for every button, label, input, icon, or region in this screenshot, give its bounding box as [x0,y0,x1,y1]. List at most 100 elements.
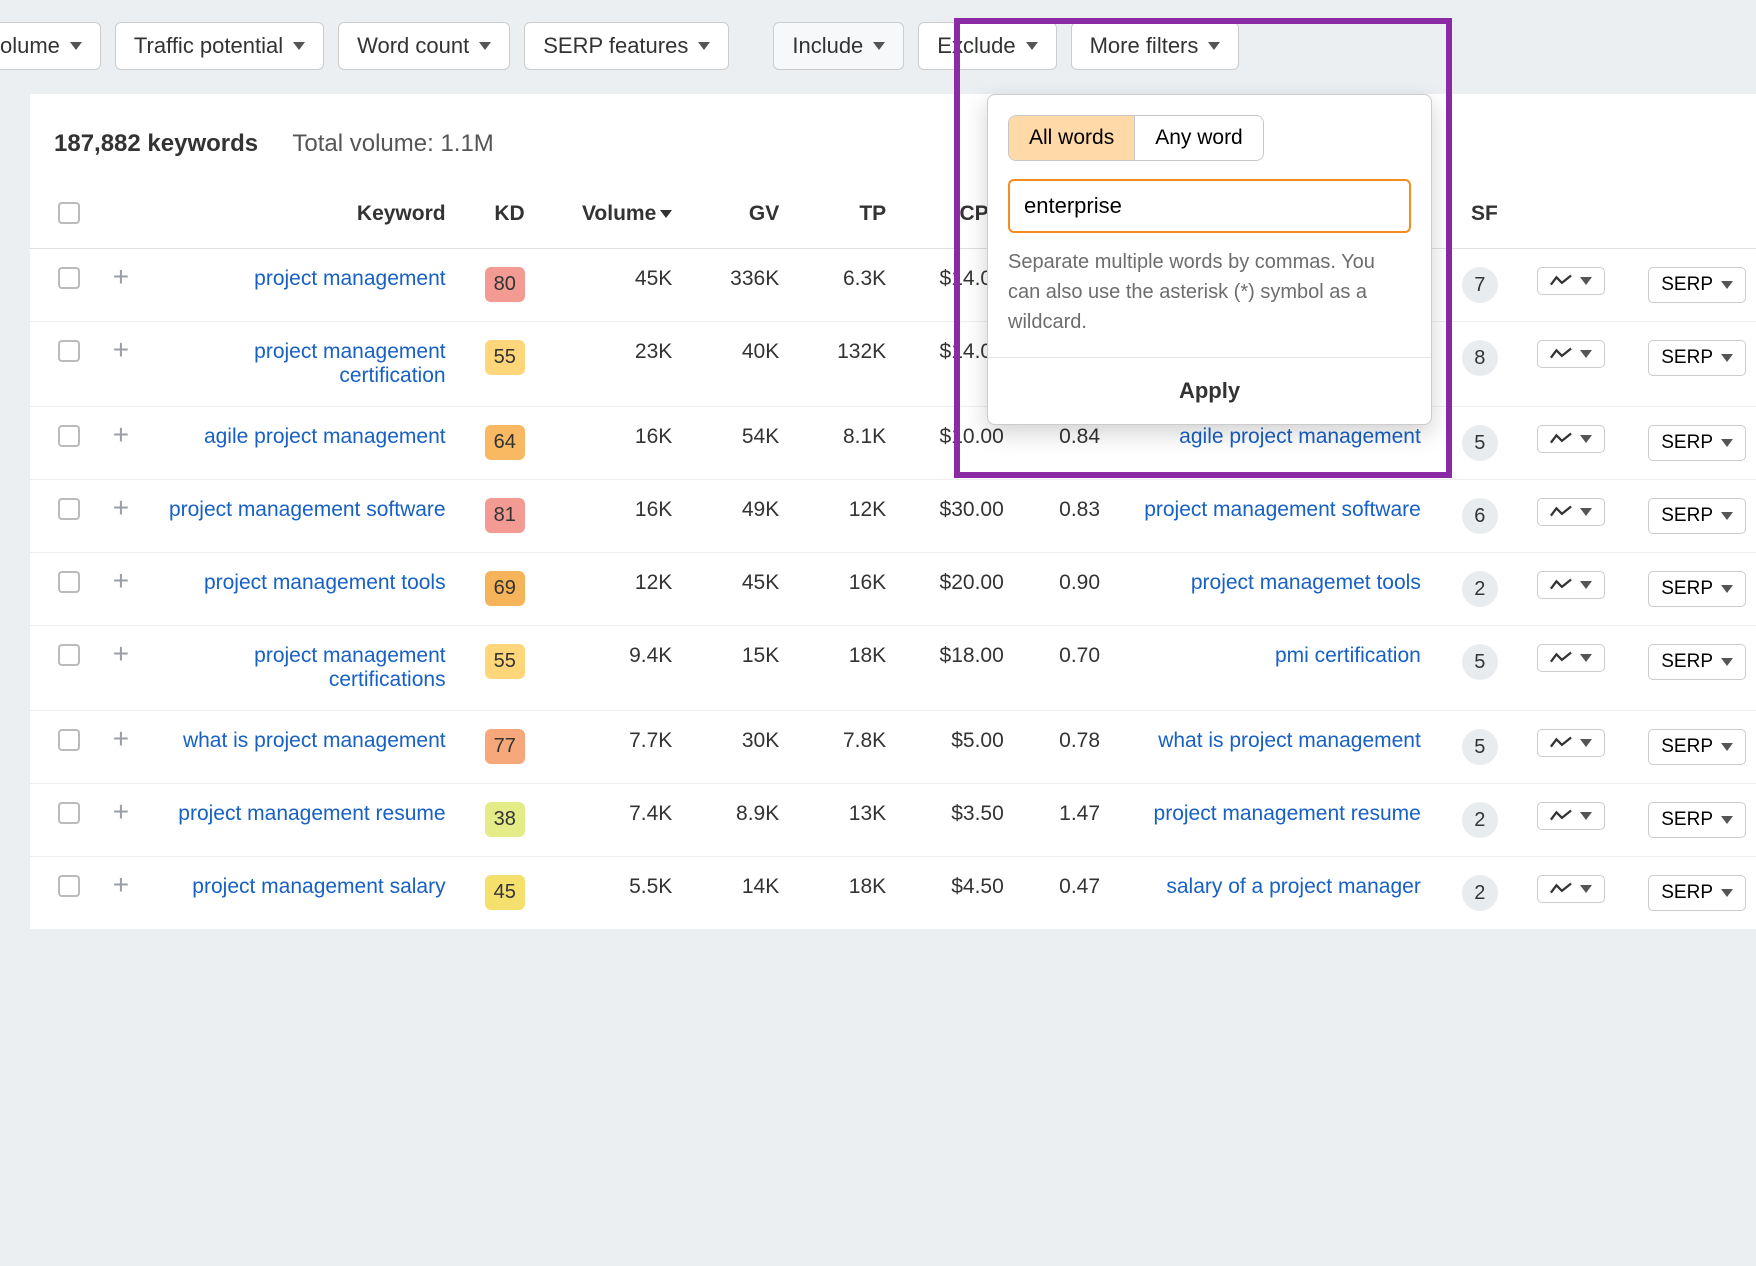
serp-button[interactable]: SERP [1648,340,1746,376]
sf-badge[interactable]: 6 [1462,498,1498,534]
col-volume[interactable]: Volume [535,184,683,249]
filter-word-count[interactable]: Word count [338,22,510,70]
row-checkbox[interactable] [58,729,80,751]
include-words-input[interactable] [1008,179,1411,233]
col-select-all[interactable] [30,184,90,249]
row-checkbox[interactable] [58,340,80,362]
filter-volume[interactable]: olume [0,22,101,70]
trend-button[interactable] [1537,571,1605,599]
keyword-link[interactable]: project management resume [178,802,445,826]
cell-volume: 5.5K [535,857,683,930]
row-checkbox[interactable] [58,267,80,289]
cell-cps: 0.90 [1014,553,1110,626]
serp-button[interactable]: SERP [1648,267,1746,303]
sf-badge[interactable]: 5 [1462,644,1498,680]
parent-topic-link[interactable]: project management resume [1154,802,1421,826]
include-mode-all-words[interactable]: All words [1009,116,1134,160]
col-kd[interactable]: KD [456,184,535,249]
include-apply-button[interactable]: Apply [988,357,1431,424]
caret-down-icon [1721,354,1733,362]
trend-button[interactable] [1537,340,1605,368]
row-checkbox[interactable] [58,498,80,520]
keyword-link[interactable]: project management [254,267,445,291]
col-gv[interactable]: GV [682,184,789,249]
serp-button[interactable]: SERP [1648,571,1746,607]
keyword-link[interactable]: agile project management [204,425,446,449]
sf-badge[interactable]: 8 [1462,340,1498,376]
include-mode-segment: All words Any word [1008,115,1264,161]
serp-button[interactable]: SERP [1648,875,1746,911]
row-checkbox[interactable] [58,425,80,447]
row-checkbox[interactable] [58,802,80,824]
expand-row-icon[interactable]: + [113,869,129,900]
cell-gv: 40K [682,322,789,407]
expand-row-icon[interactable]: + [113,565,129,596]
trend-button[interactable] [1537,875,1605,903]
caret-down-icon [1721,439,1733,447]
sf-badge[interactable]: 2 [1462,571,1498,607]
include-mode-any-word[interactable]: Any word [1134,116,1263,160]
serp-button[interactable]: SERP [1648,425,1746,461]
trend-icon [1550,651,1572,665]
caret-down-icon [70,42,82,50]
col-keyword[interactable]: Keyword [90,184,456,249]
table-row: +project management salary455.5K14K18K$4… [30,857,1756,930]
parent-topic-link[interactable]: project management software [1144,498,1421,522]
serp-button-label: SERP [1661,432,1713,454]
expand-row-icon[interactable]: + [113,638,129,669]
keyword-link[interactable]: project management software [169,498,446,522]
col-tp[interactable]: TP [789,184,896,249]
serp-button[interactable]: SERP [1648,644,1746,680]
caret-down-icon [1580,508,1592,516]
row-checkbox[interactable] [58,571,80,593]
keyword-link[interactable]: project management certification [166,340,446,388]
trend-button[interactable] [1537,498,1605,526]
parent-topic-link[interactable]: what is project management [1158,729,1421,753]
row-checkbox[interactable] [58,644,80,666]
expand-row-icon[interactable]: + [113,261,129,292]
parent-topic-link[interactable]: agile project management [1179,425,1421,449]
expand-row-icon[interactable]: + [113,796,129,827]
filter-traffic-potential[interactable]: Traffic potential [115,22,324,70]
serp-button[interactable]: SERP [1648,802,1746,838]
expand-row-icon[interactable]: + [113,419,129,450]
col-trend [1508,184,1615,249]
sf-badge[interactable]: 5 [1462,425,1498,461]
filter-more-filters[interactable]: More filters [1071,22,1240,70]
filter-serp-features-label: SERP features [543,33,688,59]
keyword-link[interactable]: project management salary [192,875,445,899]
serp-button[interactable]: SERP [1648,498,1746,534]
keyword-link[interactable]: project management certifications [166,644,446,692]
filter-include[interactable]: Include [773,22,904,70]
trend-button[interactable] [1537,425,1605,453]
parent-topic-link[interactable]: project managemet tools [1191,571,1421,595]
trend-button[interactable] [1537,644,1605,672]
trend-button[interactable] [1537,267,1605,295]
keyword-link[interactable]: what is project management [183,729,446,753]
expand-row-icon[interactable]: + [113,334,129,365]
serp-button[interactable]: SERP [1648,729,1746,765]
expand-row-icon[interactable]: + [113,723,129,754]
sf-badge[interactable]: 2 [1462,875,1498,911]
trend-button[interactable] [1537,802,1605,830]
keyword-link[interactable]: project management tools [204,571,446,595]
table-row: +project management8045K336K6.3K$14.007S… [30,249,1756,322]
sf-badge[interactable]: 5 [1462,729,1498,765]
parent-topic-link[interactable]: pmi certification [1275,644,1421,668]
trend-button[interactable] [1537,729,1605,757]
cell-tp: 16K [789,553,896,626]
col-sf[interactable]: SF [1431,184,1508,249]
filter-exclude[interactable]: Exclude [918,22,1056,70]
results-panel: 187,882 keywords Total volume: 1.1M Keyw… [30,94,1756,929]
expand-row-icon[interactable]: + [113,492,129,523]
caret-down-icon [1580,654,1592,662]
parent-topic-link[interactable]: salary of a project manager [1166,875,1420,899]
kd-badge: 55 [485,340,525,375]
sf-badge[interactable]: 7 [1462,267,1498,303]
row-checkbox[interactable] [58,875,80,897]
serp-button-label: SERP [1661,347,1713,369]
sf-badge[interactable]: 2 [1462,802,1498,838]
filter-bar: olume Traffic potential Word count SERP … [0,0,1756,94]
cell-cps: 0.70 [1014,626,1110,711]
filter-serp-features[interactable]: SERP features [524,22,729,70]
